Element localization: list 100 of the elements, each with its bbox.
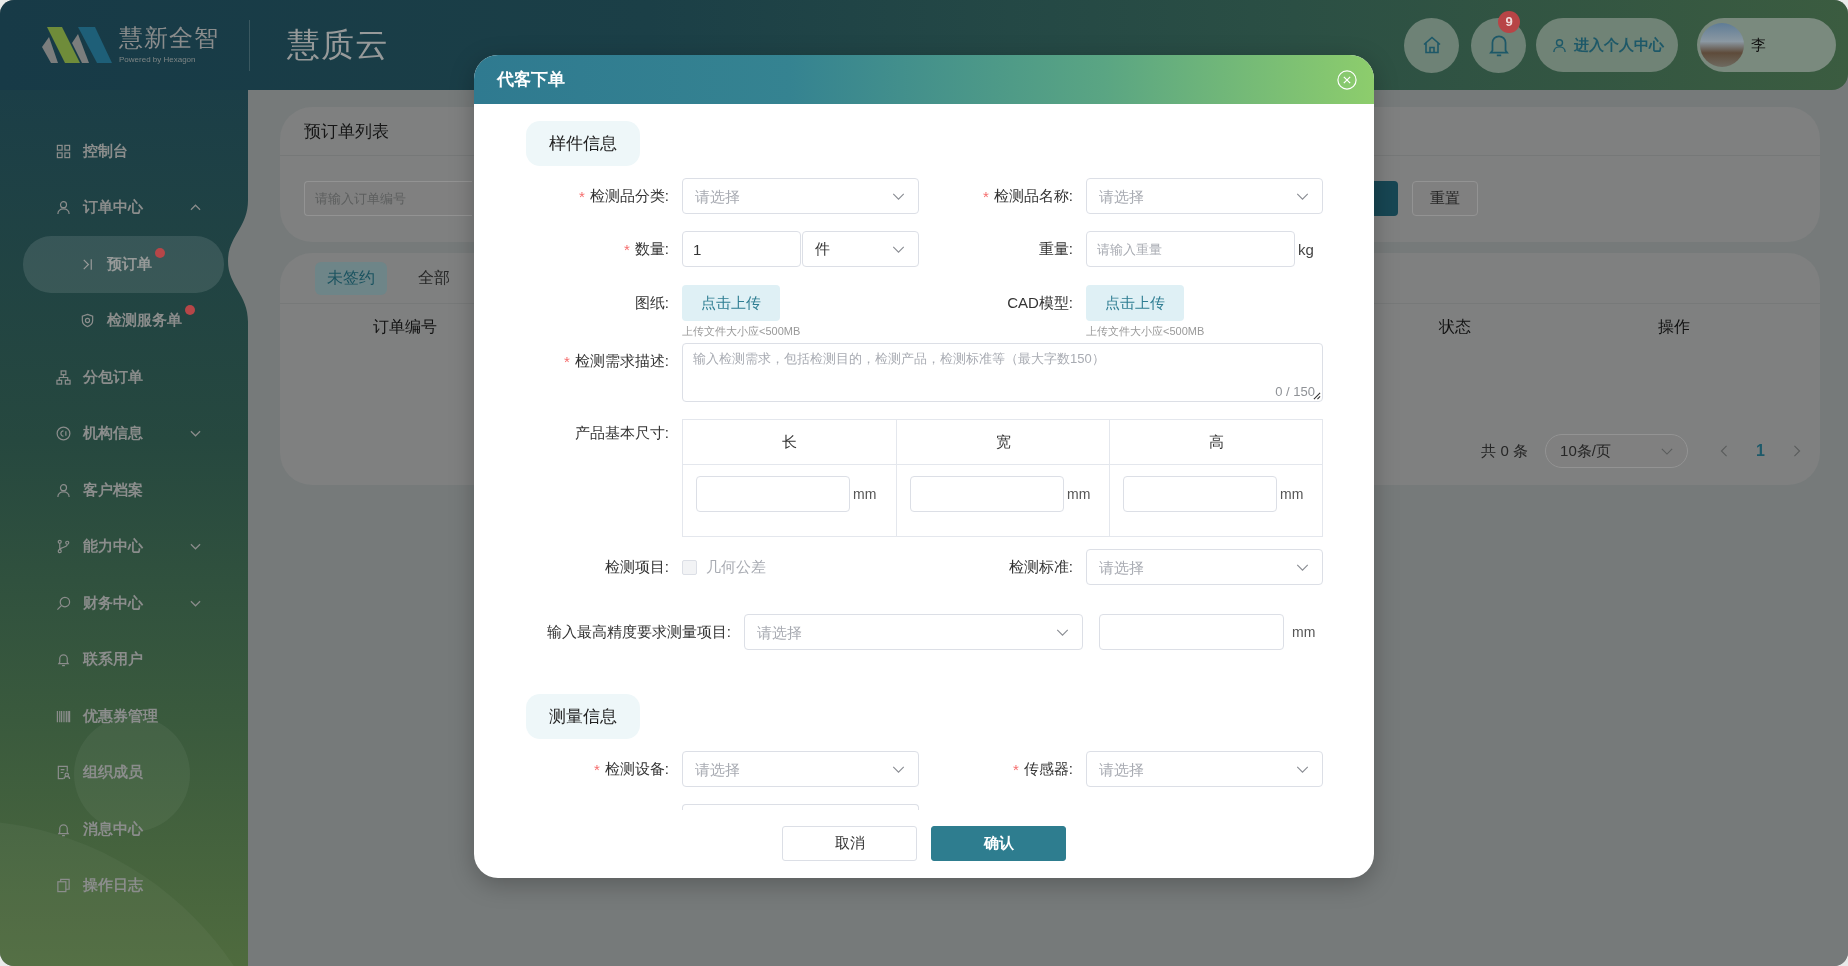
magnifier-icon: [56, 595, 71, 611]
sidebar-item[interactable]: 客户档案: [23, 462, 224, 519]
field-label: 检测项目:: [604, 557, 669, 577]
sidebar-item[interactable]: 分包订单: [23, 349, 224, 406]
chevron-down-icon: [1056, 629, 1069, 636]
sidebar-item[interactable]: 联系用户: [23, 631, 224, 688]
sidebar-item[interactable]: 能力中心: [23, 518, 224, 575]
hierarchy-icon: [56, 369, 71, 385]
bell-icon: [1487, 33, 1510, 57]
column-header: 高: [1109, 420, 1322, 465]
sidebar-item[interactable]: 消息中心: [23, 801, 224, 858]
chevron-left-icon[interactable]: [1720, 445, 1729, 457]
profile-button[interactable]: 进入个人中心: [1536, 18, 1678, 72]
column-header: 操作: [1657, 317, 1691, 337]
required-mark: *: [579, 187, 585, 205]
select-field[interactable]: 请选择: [744, 614, 1083, 650]
quantity-field[interactable]: 1: [682, 231, 801, 267]
chevron-down-icon: [1661, 447, 1674, 455]
chevron-down-icon: [1296, 564, 1309, 571]
required-mark: *: [624, 240, 630, 258]
unit-label: mm: [1280, 485, 1304, 504]
person-icon: [56, 200, 71, 216]
card-title: 预订单列表: [304, 120, 389, 143]
sidebar-item[interactable]: 操作日志: [23, 857, 224, 914]
column-header: 订单编号: [372, 317, 438, 337]
search-button[interactable]: [1374, 181, 1398, 216]
required-mark: *: [983, 187, 989, 205]
upload-hint: 上传文件大小应<500MB: [682, 325, 801, 337]
sidebar-item[interactable]: 预订单: [23, 236, 224, 293]
chevron-right-icon[interactable]: [1793, 445, 1801, 457]
section-title: 测量信息: [526, 694, 640, 739]
branch-icon: [56, 539, 71, 555]
sidebar-item[interactable]: 优惠券管理: [23, 688, 224, 745]
cancel-button[interactable]: 取消: [782, 826, 917, 861]
upload-button[interactable]: 点击上传: [682, 285, 780, 321]
bell-icon: [56, 652, 71, 668]
unit-label: mm: [1292, 624, 1316, 640]
tab[interactable]: 全部: [406, 261, 462, 295]
user-menu-button[interactable]: 李: [1697, 18, 1836, 72]
select-field[interactable]: 请选择: [682, 178, 919, 214]
field-label: 检测标准:: [1008, 557, 1073, 577]
input-field[interactable]: [696, 476, 850, 512]
checkbox-label: 几何公差: [706, 557, 766, 577]
reset-button[interactable]: 重置: [1412, 181, 1478, 216]
select-field[interactable]: 请选择: [1086, 178, 1323, 214]
select-field[interactable]: [682, 804, 919, 810]
select-field[interactable]: 请选择: [1086, 549, 1323, 585]
sidebar-item[interactable]: 财务中心: [23, 575, 224, 632]
unit-select[interactable]: 件: [802, 231, 919, 267]
brand-tagline: Powered by Hexagon: [119, 55, 197, 65]
home-button[interactable]: [1404, 17, 1459, 73]
chevron-down-icon: [892, 193, 905, 200]
dialog-title: 代客下单: [497, 69, 565, 91]
field-label: 产品基本尺寸:: [574, 423, 669, 443]
confirm-button[interactable]: 确认: [931, 826, 1066, 861]
select-field[interactable]: 请选择: [1086, 751, 1323, 787]
notifications-button[interactable]: [1471, 17, 1526, 73]
notification-badge: 9: [1498, 10, 1520, 33]
chevron-down-icon: [1296, 193, 1309, 200]
char-counter: 0 / 150: [1275, 384, 1315, 399]
input-field[interactable]: [1099, 614, 1284, 650]
sidebar-item[interactable]: 检测服务单: [23, 292, 224, 349]
field-label: 重量:: [1038, 239, 1073, 259]
brand-name: 慧新全智: [119, 25, 219, 51]
sidebar-item[interactable]: 订单中心: [23, 179, 224, 236]
field-label: 传感器:: [1023, 759, 1073, 779]
upload-hint: 上传文件大小应<500MB: [1086, 325, 1205, 337]
sidebar-item[interactable]: 机构信息: [23, 405, 224, 462]
shield-icon: [80, 313, 95, 329]
upload-button[interactable]: 点击上传: [1086, 285, 1184, 321]
required-mark: *: [1013, 760, 1019, 778]
unit-label: mm: [1067, 485, 1091, 504]
input-field[interactable]: [910, 476, 1064, 512]
input-field[interactable]: 请输入重量: [1086, 231, 1295, 267]
required-mark: *: [594, 760, 600, 778]
field-label: 输入最高精度要求测量项目:: [546, 622, 731, 642]
close-icon[interactable]: [1337, 69, 1357, 90]
field-label: 图纸:: [634, 293, 669, 313]
page-size-select[interactable]: 10条/页: [1545, 434, 1689, 468]
logo-icon: [42, 27, 112, 63]
field-label: 数量:: [634, 239, 669, 259]
sidebar-item[interactable]: 控制台: [23, 123, 224, 180]
tab[interactable]: 未签约: [315, 261, 387, 295]
home-icon: [1421, 35, 1442, 55]
resize-handle-icon[interactable]: [1313, 392, 1321, 400]
column-header: 状态: [1438, 317, 1472, 337]
unit-label: mm: [853, 485, 877, 504]
input-field[interactable]: [1123, 476, 1277, 512]
page-button[interactable]: 1: [1752, 442, 1769, 460]
field-label: 检测品分类:: [589, 186, 669, 206]
column-header: 长: [683, 420, 896, 465]
document-person-icon: [56, 765, 71, 781]
field-label: 检测品名称:: [993, 186, 1073, 206]
barcode-icon: [56, 708, 71, 724]
field-label: 检测需求描述:: [574, 351, 669, 371]
required-mark: *: [564, 352, 570, 370]
select-field[interactable]: 请选择: [682, 751, 919, 787]
field-label: CAD模型:: [1007, 293, 1073, 313]
sidebar-item[interactable]: 组织成员: [23, 744, 224, 801]
unit-label: kg: [1298, 240, 1314, 258]
